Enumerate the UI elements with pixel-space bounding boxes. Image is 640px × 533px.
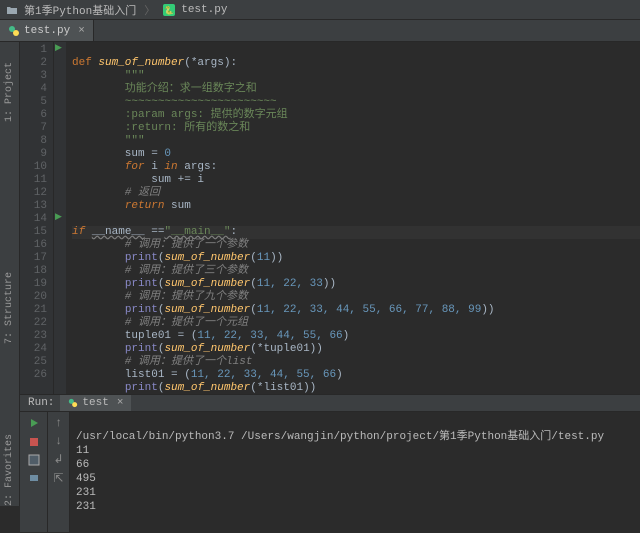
- console-output[interactable]: /usr/local/bin/python3.7 /Users/wangjin/…: [70, 412, 640, 532]
- down-arrow-icon[interactable]: ↓: [55, 434, 62, 448]
- console-line: 11: [76, 445, 89, 457]
- run-gutter: ▶ ▶: [54, 42, 66, 394]
- up-arrow-icon[interactable]: ↑: [55, 416, 62, 430]
- run-body: ↑ ↓ ↲ ⇱ /usr/local/bin/python3.7 /Users/…: [20, 412, 640, 532]
- run-header: Run: test ×: [20, 395, 640, 412]
- rail-favorites[interactable]: 2: Favorites: [4, 434, 15, 506]
- svg-text:🐍: 🐍: [164, 5, 174, 16]
- run-toolbar-secondary: ↑ ↓ ↲ ⇱: [48, 412, 70, 532]
- breadcrumb-separator: 〉: [144, 2, 155, 18]
- code-editor[interactable]: 1234567891011121314151617181920212223242…: [20, 42, 640, 394]
- run-tab-label: test: [82, 397, 108, 409]
- breadcrumb-folder[interactable]: 第1季Python基础入门: [24, 2, 136, 18]
- console-cmd: /usr/local/bin/python3.7 /Users/wangjin/…: [76, 431, 604, 443]
- run-toolbar-primary: [20, 412, 48, 532]
- code-area[interactable]: def sum_of_number(*args): """ 功能介绍：求一组数字…: [66, 42, 640, 394]
- close-icon[interactable]: ×: [117, 397, 124, 409]
- close-icon[interactable]: ×: [78, 25, 85, 37]
- console-line: 231: [76, 487, 96, 499]
- run-tab[interactable]: test ×: [60, 395, 131, 411]
- left-tool-rail: 1: Project 7: Structure 2: Favorites: [0, 42, 20, 506]
- export-icon[interactable]: ⇱: [53, 471, 63, 486]
- wrap-icon[interactable]: ↲: [53, 452, 63, 467]
- tab-test-py[interactable]: test.py ×: [0, 20, 94, 41]
- line-gutter: 1234567891011121314151617181920212223242…: [20, 42, 54, 394]
- breadcrumb-file[interactable]: test.py: [181, 4, 227, 16]
- breadcrumb-bar: 第1季Python基础入门 〉 🐍 test.py: [0, 0, 640, 20]
- print-icon[interactable]: [28, 472, 40, 484]
- python-file-icon: 🐍: [163, 4, 175, 16]
- rerun-icon[interactable]: [27, 416, 41, 430]
- rail-project[interactable]: 1: Project: [4, 62, 15, 122]
- stop-icon[interactable]: [28, 436, 40, 448]
- run-label: Run:: [28, 397, 54, 409]
- run-panel: Run: test × ↑ ↓ ↲ ⇱ /usr/local/bin/pytho…: [20, 394, 640, 506]
- python-file-icon: [8, 25, 20, 37]
- console-line: 66: [76, 459, 89, 471]
- run-line-icon[interactable]: ▶: [55, 43, 62, 53]
- run-line-icon[interactable]: ▶: [55, 212, 62, 222]
- editor-tabs: test.py ×: [0, 20, 640, 42]
- python-file-icon: [68, 398, 78, 408]
- tab-label: test.py: [24, 25, 70, 37]
- rail-structure[interactable]: 7: Structure: [4, 272, 15, 344]
- console-line: 231: [76, 501, 96, 513]
- layout-icon[interactable]: [28, 454, 40, 466]
- console-line: 495: [76, 473, 96, 485]
- folder-icon: [6, 4, 18, 16]
